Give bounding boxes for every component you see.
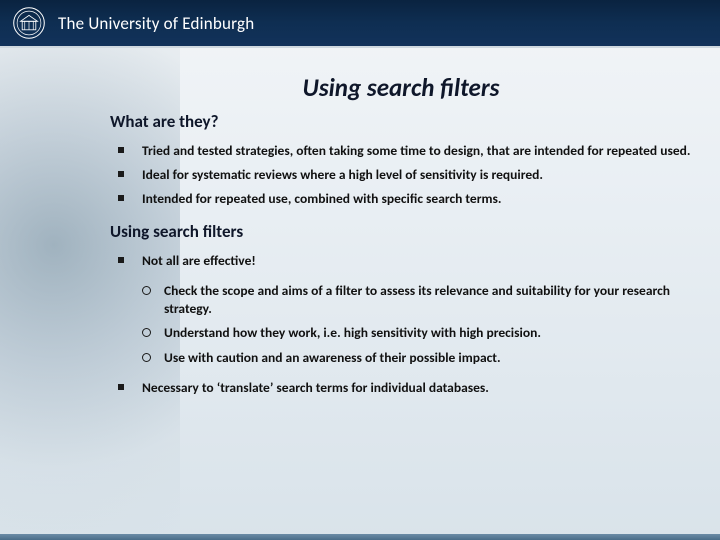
list-item: Ideal for systematic reviews where a hig…: [110, 166, 692, 184]
org-name: The University of Edinburgh: [58, 13, 254, 34]
slide-content: Using search filters What are they? Trie…: [110, 72, 692, 530]
list-item: Tried and tested strategies, often takin…: [110, 142, 692, 160]
bullet-list: Tried and tested strategies, often takin…: [110, 142, 692, 209]
list-item: Understand how they work, i.e. high sens…: [138, 324, 692, 342]
university-logo-icon: [12, 6, 46, 40]
footer-accent-bar: [0, 534, 720, 540]
bullet-list: Necessary to ‘translate’ search terms fo…: [110, 379, 692, 397]
list-item: Use with caution and an awareness of the…: [138, 349, 692, 367]
sub-bullet-list: Check the scope and aims of a filter to …: [110, 282, 692, 367]
header-bar: The University of Edinburgh: [0, 0, 720, 48]
section-heading: Using search filters: [110, 221, 692, 242]
list-item: Check the scope and aims of a filter to …: [138, 282, 692, 318]
list-item: Intended for repeated use, combined with…: [110, 190, 692, 208]
list-item: Not all are effective!: [110, 252, 692, 270]
bullet-list: Not all are effective!: [110, 252, 692, 270]
slide-title: Using search filters: [110, 72, 692, 103]
list-item: Necessary to ‘translate’ search terms fo…: [110, 379, 692, 397]
section-heading: What are they?: [110, 111, 692, 132]
